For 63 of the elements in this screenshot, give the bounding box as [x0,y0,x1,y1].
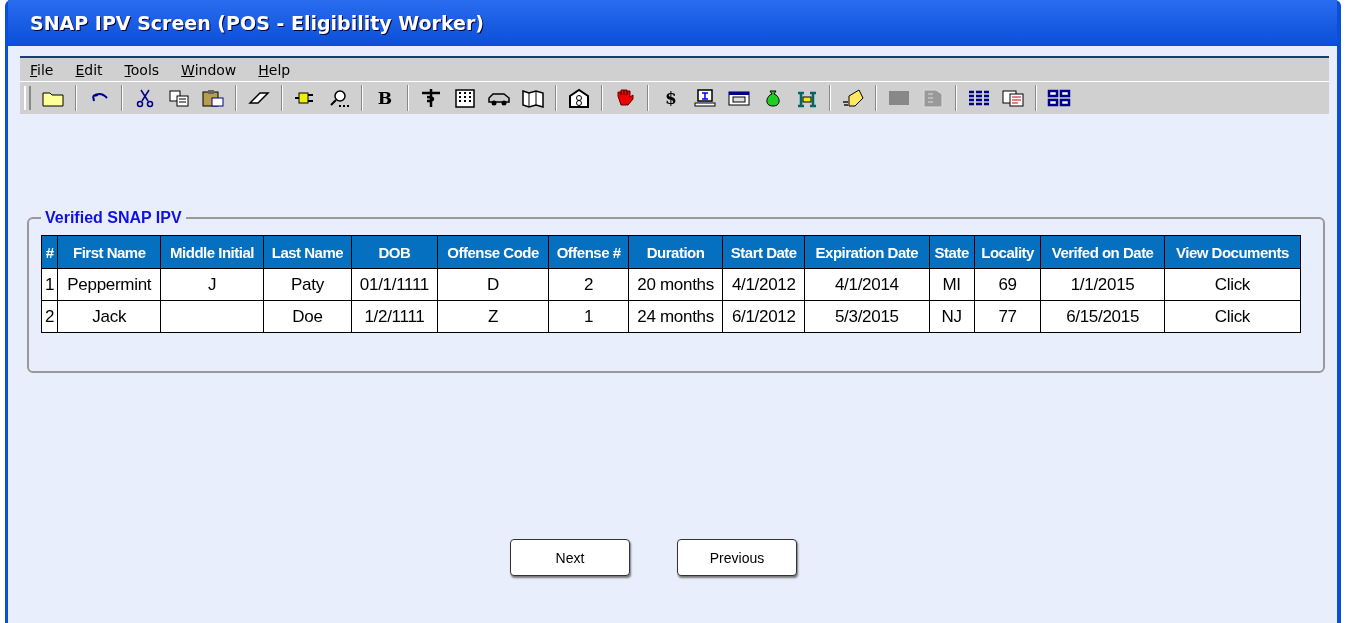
table-cell: NJ [929,300,975,333]
table-cell: Doe [263,300,352,333]
column-header: Middle Initial [160,235,264,269]
toolbar-glyph-button[interactable]: B [373,88,397,108]
table-cell: Peppermint [57,268,161,301]
next-button[interactable]: Next [510,539,630,576]
table-cell: 6/15/2015 [1040,300,1165,333]
panels-icon[interactable] [1047,88,1071,108]
table-cell: 1 [41,268,58,301]
column-header: Offense Code [437,235,549,269]
group-title: Verified SNAP IPV [44,209,183,227]
table-cell[interactable]: Click [1164,300,1301,333]
column-header: Expiration Date [804,235,929,269]
table-cell: 69 [974,268,1041,301]
table-cell: 5/3/2015 [804,300,929,333]
table-cell: MI [929,268,975,301]
building-icon[interactable] [453,88,477,108]
column-header: Start Date [722,235,805,269]
house-icon[interactable] [567,88,591,108]
menu-item[interactable]: File [30,62,54,78]
table-cell[interactable]: Click [1164,268,1301,301]
table-cell: 77 [974,300,1041,333]
table-cell: 2 [41,300,58,333]
table-cell: D [437,268,549,301]
card-icon[interactable] [727,88,751,108]
menu-item[interactable]: Window [181,62,237,78]
table-cell: 6/1/2012 [722,300,805,333]
table-cell: Z [437,300,549,333]
column-header: # [41,235,58,269]
table-cell: 24 months [628,300,723,333]
map-icon[interactable] [521,88,545,108]
grid-icon[interactable] [967,88,991,108]
menu-item[interactable]: Edit [75,62,103,78]
window-title: SNAP IPV Screen (POS - Eligibility Worker) [30,12,485,34]
table-cell: 01/1/1111 [351,268,438,301]
table-cell: J [160,268,264,301]
documents-icon[interactable] [1001,88,1025,108]
table-cell: Jack [57,300,161,333]
table-cell: 1/1/2015 [1040,268,1165,301]
column-header: First Name [57,235,161,269]
menu-item[interactable]: Help [258,62,291,78]
column-header: Locality [974,235,1041,269]
copy-icon[interactable] [167,88,191,108]
column-header: DOB [351,235,438,269]
column-header: Offense # [548,235,629,269]
table-cell: 2 [548,268,629,301]
table-cell: 4/1/2014 [804,268,929,301]
toolbar-glyph-button[interactable]: $ [659,88,683,108]
table-cell: Paty [263,268,352,301]
column-header: Verifed on Date [1040,235,1165,269]
column-header: View Documents [1164,235,1301,269]
clipboard-icon[interactable] [201,88,225,108]
toolbar-grip-handle[interactable] [24,86,31,110]
column-header: Duration [628,235,723,269]
column-header: State [929,235,975,269]
table-cell: 20 months [628,268,723,301]
previous-button[interactable]: Previous [677,539,797,576]
table-cell: 4/1/2012 [722,268,805,301]
column-header: Last Name [263,235,352,269]
table-cell: 1 [548,300,629,333]
table-cell: 1/2/1111 [351,300,438,333]
menu-item[interactable]: Tools [124,62,160,78]
monitor-icon[interactable] [693,88,717,108]
